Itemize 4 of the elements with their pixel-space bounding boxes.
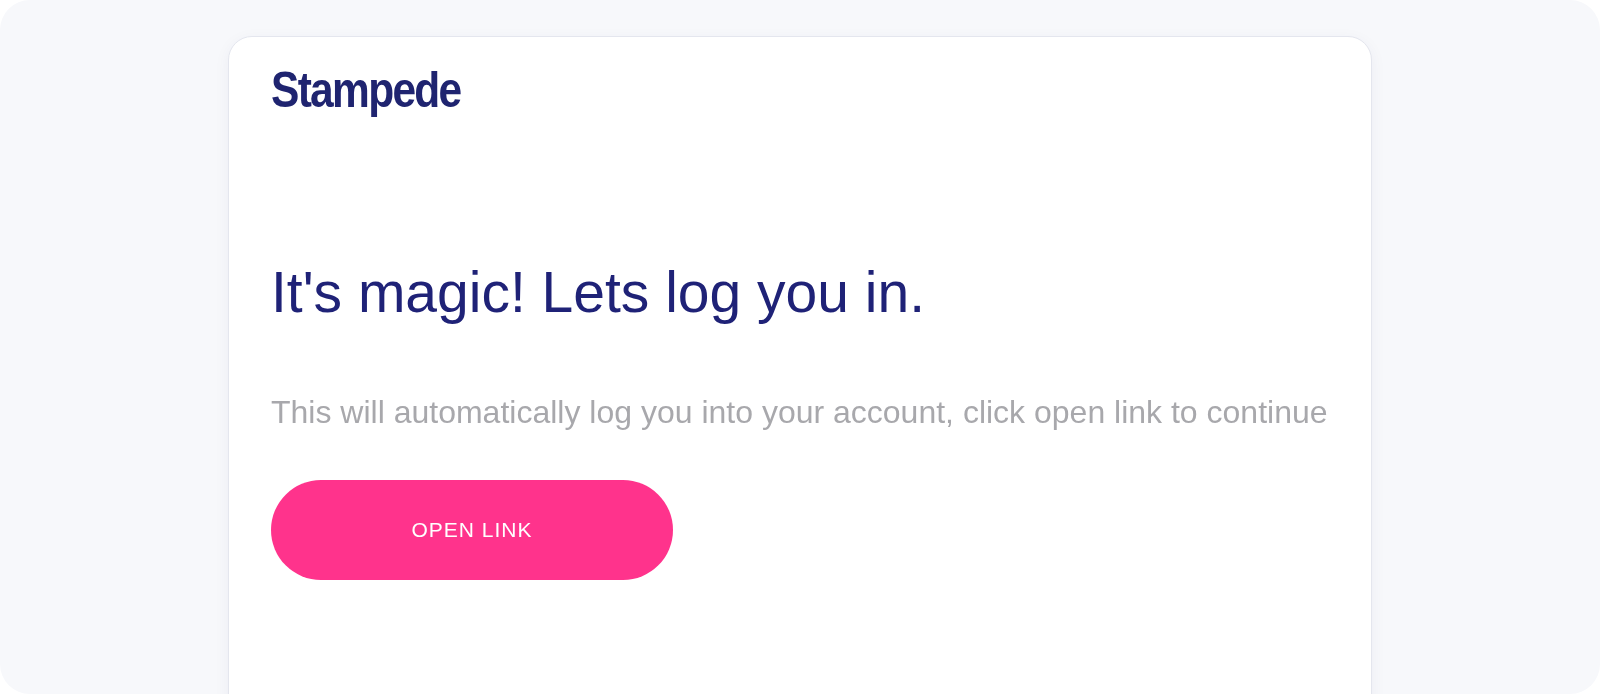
logo: Stampede — [271, 63, 461, 118]
heading: It's magic! Lets log you in. — [271, 259, 926, 326]
open-link-button[interactable]: OPEN LINK — [271, 480, 673, 581]
message: This will automatically log you into your account, click open link to continue — [271, 393, 1329, 433]
